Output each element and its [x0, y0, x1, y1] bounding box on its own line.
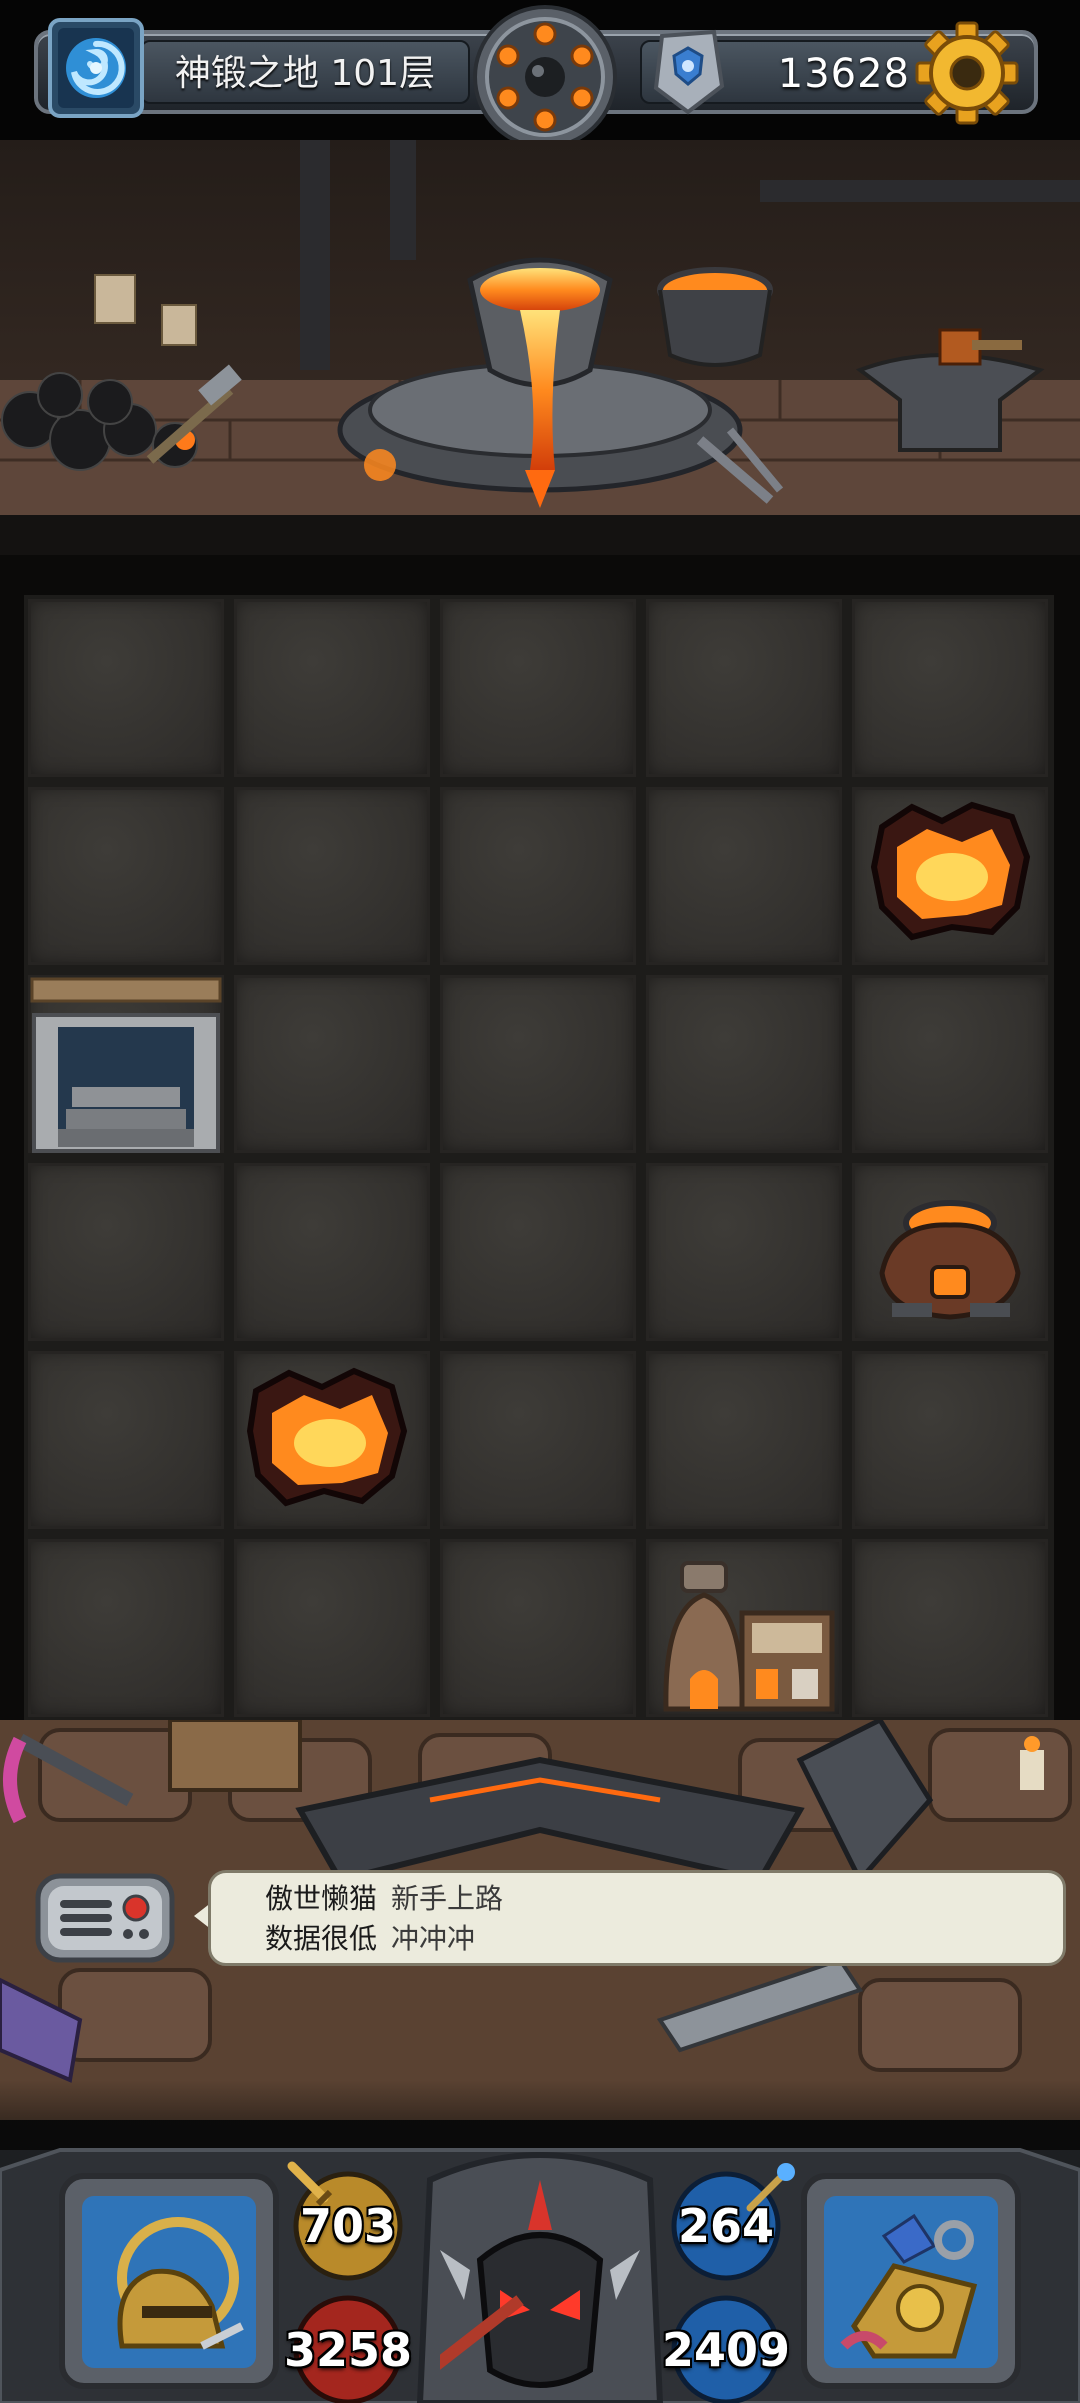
swirl-portal-icon[interactable]: [44, 14, 148, 124]
grid-tile[interactable]: [852, 1539, 1048, 1717]
grid-tile[interactable]: [234, 1539, 430, 1717]
grid-tile[interactable]: [440, 975, 636, 1153]
fire-pit-icon: [870, 801, 1031, 941]
grid-tile[interactable]: [440, 1351, 636, 1529]
lava-furnace-icon: [879, 1200, 1021, 1320]
kiln-shop-icon: [663, 1561, 835, 1712]
chat-bubble[interactable]: 傲世懒猫 新手上路 数据很低 冲冲冲: [208, 1870, 1066, 1966]
chat-radio-icon[interactable]: [34, 1872, 176, 1964]
grid-tile[interactable]: [852, 975, 1048, 1153]
grid-tile-fire-pit[interactable]: [234, 1351, 430, 1529]
grid-tile[interactable]: [440, 1163, 636, 1341]
grid-tile[interactable]: [234, 787, 430, 965]
grid-tile-lava-furnace[interactable]: [852, 1163, 1048, 1341]
grid-tile[interactable]: [28, 599, 224, 777]
grid-tile[interactable]: [852, 1351, 1048, 1529]
grid-tile[interactable]: [234, 1163, 430, 1341]
grid-tile[interactable]: [646, 599, 842, 777]
rune-stone-icon[interactable]: [648, 26, 728, 118]
grid-tile[interactable]: [234, 975, 430, 1153]
grid-tile[interactable]: [646, 787, 842, 965]
grid-tile-kiln[interactable]: [646, 1539, 842, 1717]
grid-tile[interactable]: [440, 1539, 636, 1717]
demon-helmet-icon[interactable]: [426, 2170, 640, 2400]
stairs-down-icon: [30, 977, 222, 1153]
bomb-revolver-icon[interactable]: [470, 2, 620, 152]
grid-tile[interactable]: [28, 1539, 224, 1717]
chat-message: 新手上路: [391, 1882, 504, 1915]
grid-tile[interactable]: [852, 599, 1048, 777]
sword-icon: [284, 2158, 344, 2218]
grid-tile-stairs[interactable]: [28, 975, 224, 1153]
grid-tile[interactable]: [440, 599, 636, 777]
chat-user-name: 傲世懒猫: [265, 1882, 378, 1915]
grid-tile-fire-pit[interactable]: [852, 787, 1048, 965]
grid-tile[interactable]: [646, 975, 842, 1153]
dungeon-grid: [24, 595, 1054, 1720]
wand-icon: [740, 2158, 800, 2218]
top-bar: 神锻之地 101层 13628: [0, 0, 1080, 149]
chat-user-name: 数据很低: [265, 1922, 378, 1955]
bottom-hud: 703 3258 264 2409: [0, 2080, 1080, 2403]
knight-helmet-icon[interactable]: [82, 2196, 256, 2368]
hp-value: 3258: [283, 2323, 413, 2377]
grid-tile[interactable]: [646, 1351, 842, 1529]
forge-scene: [0, 140, 1080, 555]
grid-tile[interactable]: [440, 787, 636, 965]
mp-value: 2409: [661, 2323, 791, 2377]
gear-icon[interactable]: [912, 18, 1022, 128]
grid-tile[interactable]: [28, 787, 224, 965]
grid-tile[interactable]: [28, 1351, 224, 1529]
chat-panel[interactable]: 傲世懒猫 新手上路 数据很低 冲冲冲: [34, 1868, 1066, 1980]
treasure-bag-icon[interactable]: [824, 2196, 998, 2368]
grid-tile[interactable]: [28, 1163, 224, 1341]
chat-line-2: 数据很低 冲冲冲: [265, 1919, 475, 1959]
floor-title: 神锻之地 101层: [174, 53, 436, 94]
chat-message: 冲冲冲: [391, 1922, 476, 1955]
coin-count: 13628: [777, 51, 910, 97]
grid-tile[interactable]: [234, 599, 430, 777]
grid-tile[interactable]: [646, 1163, 842, 1341]
chat-line-1: 傲世懒猫 新手上路: [265, 1879, 503, 1919]
fire-pit-icon: [246, 1367, 408, 1507]
